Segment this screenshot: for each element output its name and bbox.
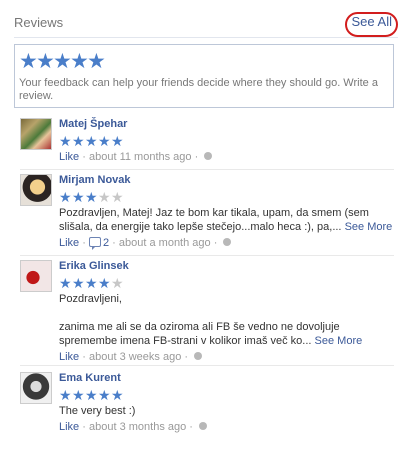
like-link[interactable]: Like [59,237,79,249]
reviewer-name[interactable]: Ema Kurent [59,372,394,385]
review-time[interactable]: about 3 weeks ago [89,351,181,363]
review-meta: Like · about 3 weeks ago · [59,351,394,364]
meta-separator: · [82,351,86,363]
star-icon: ★ [85,275,98,291]
avatar[interactable] [20,118,52,150]
star-icon: ★ [59,189,72,205]
star-icon: ★ [85,133,98,149]
star-icon: ★ [85,387,98,403]
star-icon[interactable]: ★ [87,51,106,72]
star-icon: ★ [98,275,111,291]
reviewer-name[interactable]: Mirjam Novak [59,174,394,187]
see-more-link[interactable]: See More [345,221,393,233]
comments-link[interactable]: 2 [88,237,110,250]
review-rating: ★ ★ ★ ★ ★ [59,190,394,204]
star-icon: ★ [72,133,85,149]
star-icon: ★ [72,387,85,403]
review-text: Pozdravljeni, zanima me ali se da ozirom… [59,292,394,348]
review-item: Erika Glinsek ★ ★ ★ ★ ★ Pozdravljeni, zanima… [20,260,394,366]
star-icon[interactable]: ★ [36,51,55,72]
meta-separator: · [189,421,193,433]
avatar[interactable] [20,174,52,206]
review-rating: ★ ★ ★ ★ ★ [59,388,394,402]
avatar[interactable] [20,372,52,404]
see-all-link[interactable]: See All [352,14,392,29]
star-icon: ★ [72,189,85,205]
review-text: Pozdravljen, Matej! Jaz te bom kar tikal… [59,206,394,234]
write-review-box[interactable]: ★ ★ ★ ★ ★ Your feedback can help your fr… [14,44,394,108]
star-icon: ★ [59,275,72,291]
star-icon: ★ [98,387,111,403]
review-rating: ★ ★ ★ ★ ★ [59,276,394,290]
meta-separator: · [194,151,199,163]
meta-separator: · [112,237,116,249]
meta-separator: · [82,237,86,249]
star-icon: ★ [59,133,72,149]
review-time[interactable]: about a month ago [119,237,211,249]
review-text-greeting: Pozdravljeni, [59,293,122,305]
see-more-link[interactable]: See More [315,335,363,347]
globe-icon [194,352,203,360]
globe-icon [199,422,208,430]
star-icon: ★ [111,387,124,403]
reviewer-name[interactable]: Matej Špehar [59,118,394,131]
rating-input-stars[interactable]: ★ ★ ★ ★ ★ [19,51,106,72]
avatar[interactable] [20,260,52,292]
star-icon[interactable]: ★ [70,51,89,72]
comment-icon [88,237,101,250]
reviews-title: Reviews [14,15,64,30]
star-icon: ★ [59,387,72,403]
review-meta: Like · 2 · about a month ago · [59,237,394,250]
meta-separator: · [213,237,218,249]
reviews-header: Reviews See All [14,10,398,38]
like-link[interactable]: Like [59,421,79,433]
star-icon: ★ [111,133,124,149]
like-link[interactable]: Like [59,151,79,163]
comment-count: 2 [102,237,110,249]
meta-separator: · [184,351,189,363]
star-icon[interactable]: ★ [53,51,72,72]
like-link[interactable]: Like [59,351,79,363]
star-icon: ★ [98,189,111,205]
review-time[interactable]: about 3 months ago [89,421,186,433]
star-icon: ★ [111,189,124,205]
star-icon: ★ [98,133,111,149]
review-item: Mirjam Novak ★ ★ ★ ★ ★ Pozdravljen, Matej! J… [20,174,394,256]
review-meta: Like · about 11 months ago · [59,151,394,164]
review-rating: ★ ★ ★ ★ ★ [59,134,394,148]
review-item: Ema Kurent ★ ★ ★ ★ ★ The very best :) Like ·… [20,372,394,438]
review-meta: Like · about 3 months ago · [59,421,394,434]
review-text-body: Pozdravljen, Matej! Jaz te bom kar tikal… [59,207,369,233]
review-time[interactable]: about 11 months ago [89,151,192,163]
meta-separator: · [82,421,86,433]
star-icon: ★ [111,275,124,291]
review-text-body: zanima me ali se da oziroma ali FB še ve… [59,321,340,347]
review-item: Matej Špehar ★ ★ ★ ★ ★ Like · about 11 month… [20,118,394,170]
meta-separator: · [82,151,86,163]
star-icon: ★ [85,189,98,205]
review-text: The very best :) [59,405,136,417]
write-review-prompt[interactable]: Your feedback can help your friends deci… [19,77,389,103]
star-icon[interactable]: ★ [19,51,38,72]
star-icon: ★ [72,275,85,291]
globe-icon [204,152,213,160]
globe-icon [223,238,232,246]
reviewer-name[interactable]: Erika Glinsek [59,260,394,273]
